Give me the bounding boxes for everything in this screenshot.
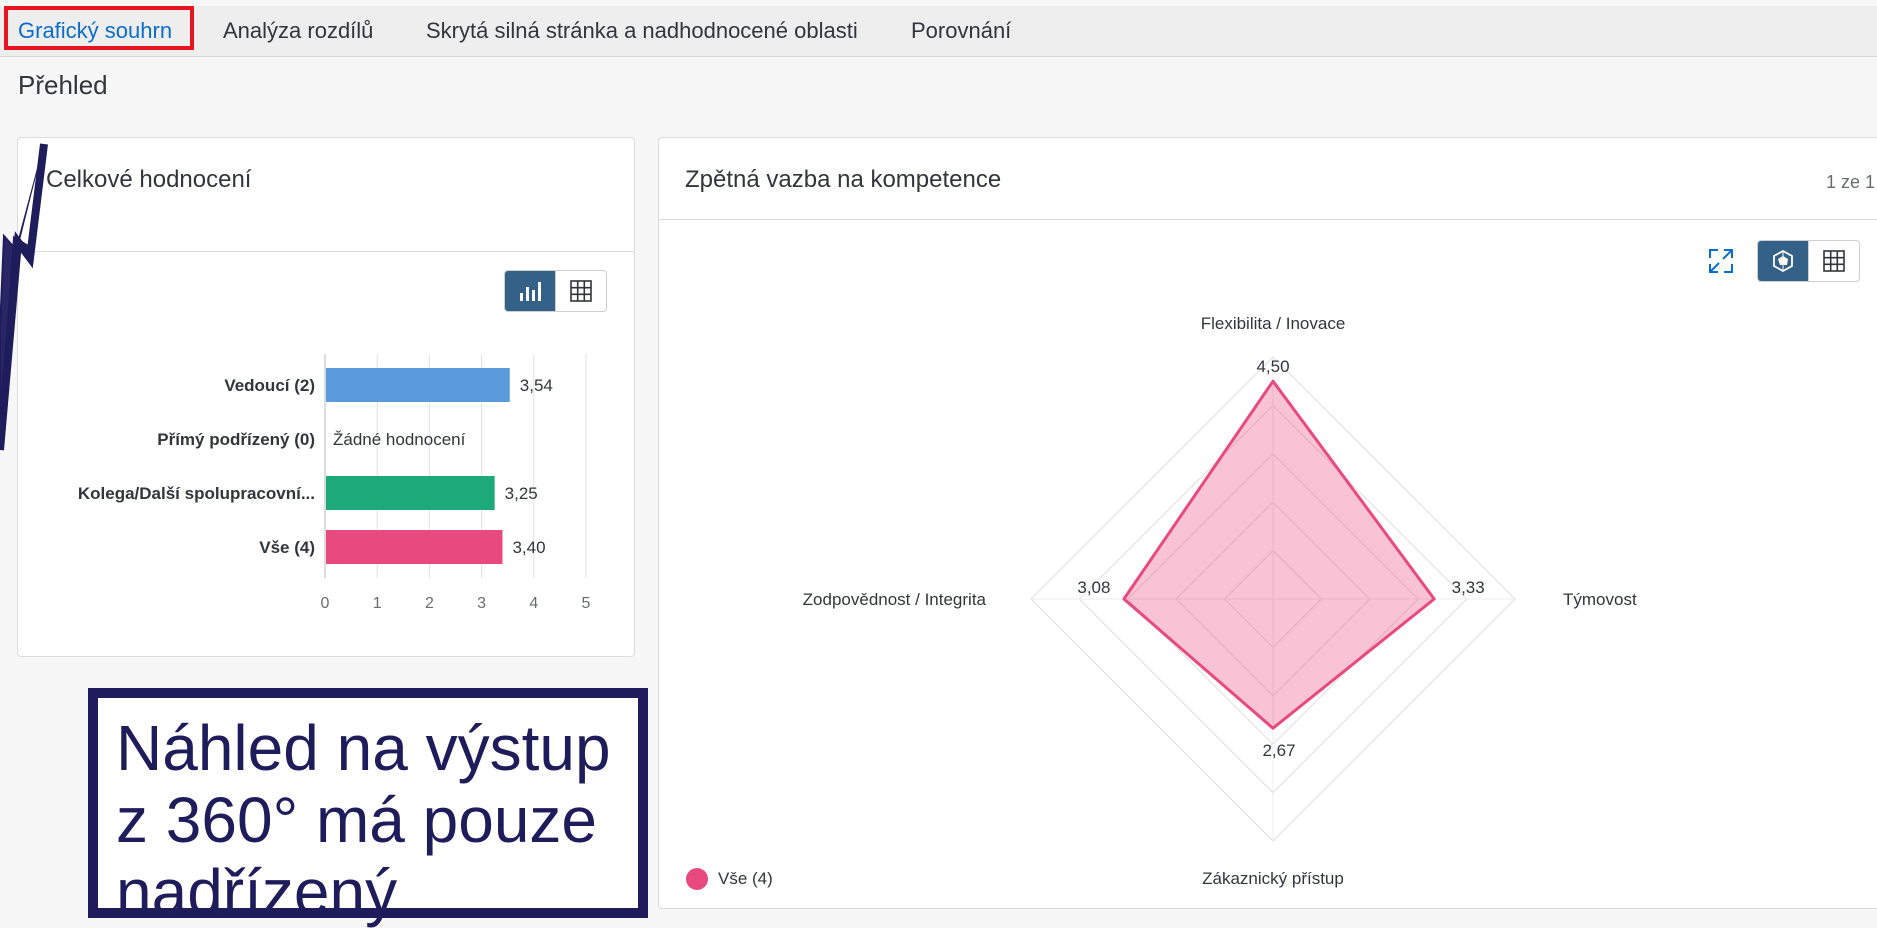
annotation-callout: Náhled na výstup z 360° má pouze nadříze…: [88, 688, 648, 928]
table-view-button[interactable]: [1808, 241, 1859, 281]
radar-axis-label: Flexibilita / Inovace: [1201, 314, 1346, 333]
x-tick-label: 0: [321, 595, 330, 612]
annotation-arrow: [0, 143, 48, 451]
chart-legend: Vše (4): [686, 868, 773, 890]
data-label: 3,54: [520, 376, 553, 395]
data-label: 3,40: [512, 538, 545, 557]
radar-axis-label: Týmovost: [1563, 590, 1637, 609]
x-tick-label: 2: [425, 595, 434, 612]
radar-data-label: 3,33: [1452, 578, 1485, 597]
bar: [326, 368, 510, 402]
table-icon: [1823, 250, 1845, 272]
fullscreen-button[interactable]: [1706, 246, 1736, 276]
category-label: Kolega/Další spolupracovní...: [78, 484, 315, 503]
radar-data-label: 4,50: [1256, 357, 1289, 376]
expand-icon: [1709, 249, 1733, 273]
overall-rating-card: Celkové hodnocení 0 1 2 3 4 5 Vedoucí (2) 3,54 P…: [17, 137, 635, 657]
active-tab-highlight: [4, 6, 194, 50]
legend-label: Vše (4): [718, 869, 773, 888]
tab-gap-analysis[interactable]: Analýza rozdílů: [223, 6, 373, 56]
x-tick-label: 3: [477, 595, 486, 612]
no-rating-label: Žádné hodnocení: [333, 430, 466, 449]
competence-radar-chart: 4,50 3,33 2,67 3,08 Flexibilita / Inovace Tým…: [803, 314, 1637, 888]
overall-bar-chart: 0 1 2 3 4 5 Vedoucí (2) 3,54 Přímý podřízený (0)…: [78, 354, 591, 612]
page-indicator: 1 ze 1: [1825, 172, 1875, 192]
category-label: Vše (4): [259, 538, 315, 557]
category-label: Přímý podřízený (0): [157, 430, 315, 449]
page-title: Přehled: [18, 70, 108, 100]
bar: [326, 476, 495, 510]
category-label: Vedoucí (2): [224, 376, 315, 395]
radar-axis-label: Zákaznický přístup: [1202, 869, 1344, 888]
bar: [326, 530, 503, 564]
tab-bar: Grafický souhrn Analýza rozdílů Skrytá s…: [0, 6, 1877, 57]
legend-swatch: [686, 868, 708, 890]
tab-comparison[interactable]: Porovnání: [911, 6, 1011, 56]
x-tick-label: 5: [582, 595, 591, 612]
data-label: 3,25: [505, 484, 538, 503]
card-title: Zpětná vazba na kompetence: [685, 166, 1002, 193]
radar-data-label: 2,67: [1262, 741, 1295, 760]
tab-hidden-strengths[interactable]: Skrytá silná stránka a nadhodnocené obla…: [426, 6, 858, 56]
radar-series-area: [1122, 379, 1436, 730]
x-tick-label: 1: [373, 595, 382, 612]
radar-view-button[interactable]: [1758, 241, 1808, 281]
card-divider: [659, 219, 1877, 220]
radar-data-label: 3,08: [1077, 578, 1110, 597]
radar-icon: [1773, 249, 1793, 273]
x-tick-label: 4: [529, 595, 538, 612]
radar-axis-label: Zodpovědnost / Integrita: [803, 590, 987, 609]
view-toggle: [1757, 240, 1860, 282]
